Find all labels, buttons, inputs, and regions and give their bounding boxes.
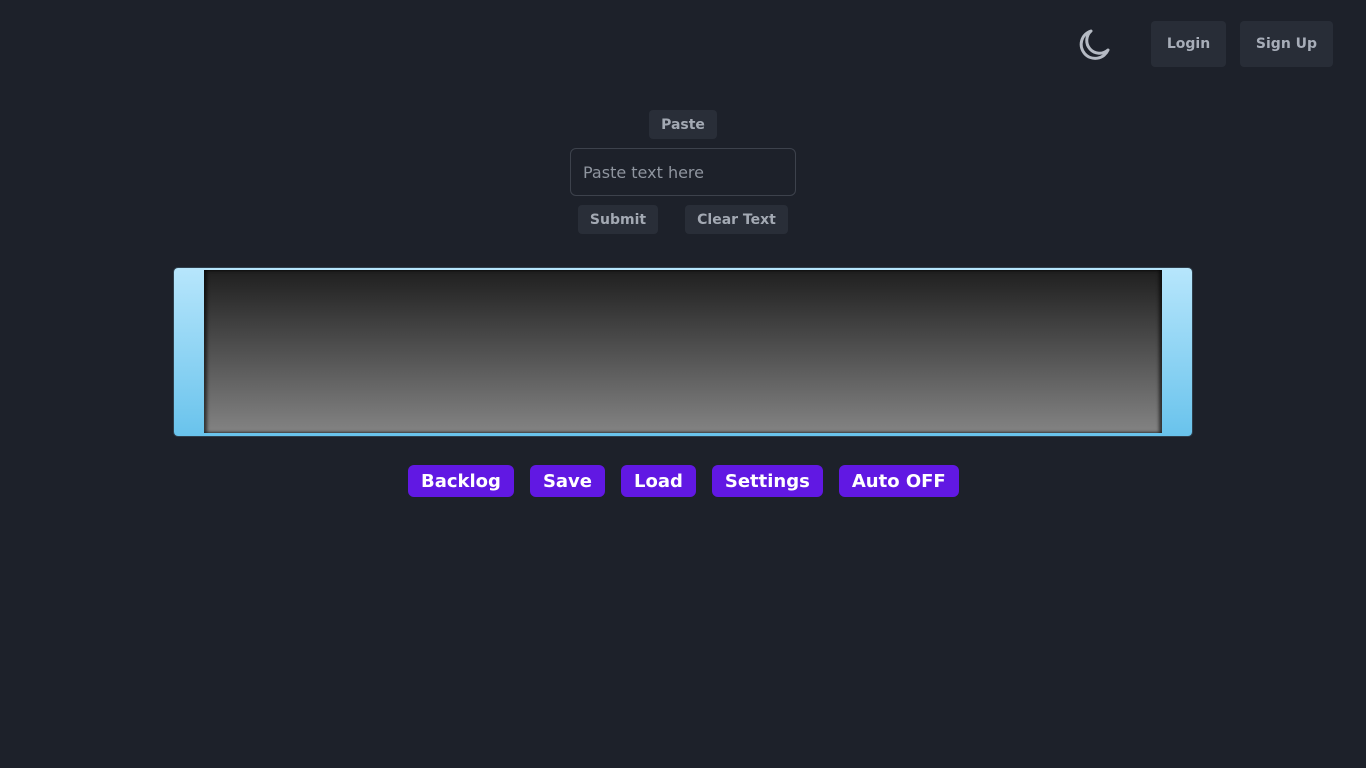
signup-button[interactable]: Sign Up: [1240, 21, 1333, 67]
dialogue-panel: [204, 270, 1162, 433]
login-button[interactable]: Login: [1151, 21, 1226, 67]
moon-icon: [1079, 29, 1110, 60]
game-controls: Backlog Save Load Settings Auto OFF: [408, 465, 959, 497]
paste-button[interactable]: Paste: [649, 110, 717, 139]
auto-toggle-button[interactable]: Auto OFF: [838, 465, 959, 497]
theme-toggle-button[interactable]: [1074, 24, 1114, 64]
settings-button[interactable]: Settings: [711, 465, 823, 497]
save-button[interactable]: Save: [529, 465, 605, 497]
clear-text-button[interactable]: Clear Text: [685, 205, 788, 234]
backlog-button[interactable]: Backlog: [408, 465, 514, 497]
dialogue-box[interactable]: [174, 268, 1192, 436]
submit-button[interactable]: Submit: [578, 205, 658, 234]
load-button[interactable]: Load: [621, 465, 696, 497]
paste-text-input[interactable]: [570, 148, 796, 196]
